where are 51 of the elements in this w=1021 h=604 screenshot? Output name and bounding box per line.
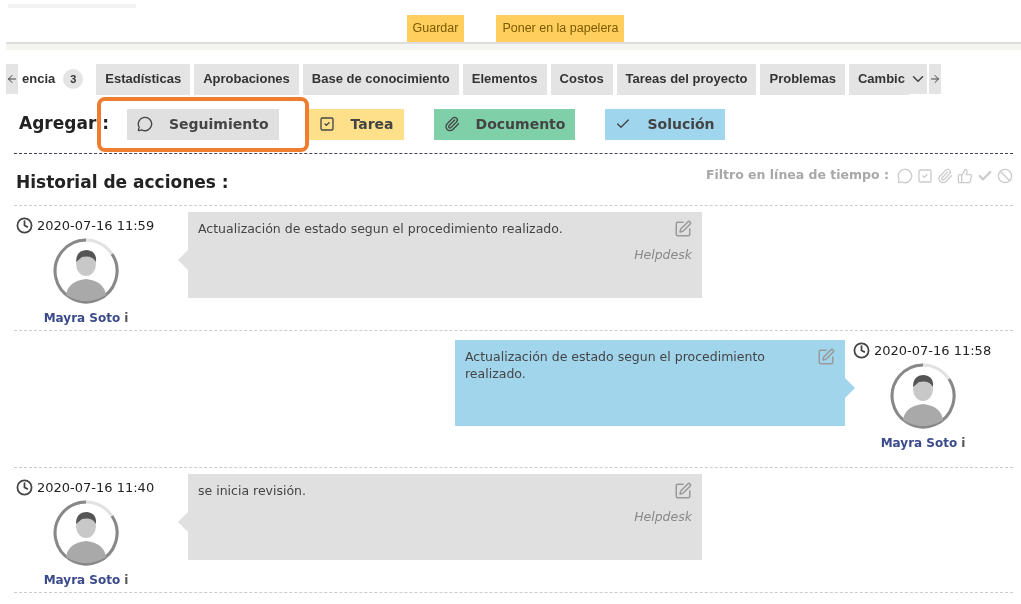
- author-link[interactable]: Mayra Soto: [43, 309, 121, 327]
- tab[interactable]: Aprobaciones: [194, 63, 299, 95]
- message-text: se inicia revisión.: [198, 481, 306, 500]
- entry-date: 2020-07-16 11:40: [37, 478, 155, 497]
- clock-icon: [16, 216, 33, 234]
- tab[interactable]: Cambic: [848, 63, 909, 95]
- avatar-icon: [889, 362, 957, 430]
- clock-icon: [853, 341, 870, 359]
- message-text: Actualización de estado segun el procedimiento realizado.: [198, 219, 563, 238]
- info-link[interactable]: i: [124, 309, 129, 327]
- source-label: Helpdesk: [634, 245, 692, 264]
- scroll-right-icon[interactable]: [928, 64, 941, 94]
- thumbs-up-icon[interactable]: [957, 167, 973, 184]
- source-label: Helpdesk: [634, 507, 692, 526]
- count-badge: 3: [63, 69, 84, 89]
- tab[interactable]: Elementos: [462, 63, 547, 95]
- save-button[interactable]: Guardar: [406, 15, 465, 42]
- author-link[interactable]: Mayra Soto: [880, 434, 958, 452]
- checkbox-icon: [318, 116, 335, 132]
- speech-bubble-icon[interactable]: [897, 167, 913, 184]
- avatar-icon: [52, 237, 120, 305]
- tab[interactable]: Problemas: [760, 63, 845, 95]
- tab[interactable]: Estadísticas: [96, 63, 191, 95]
- checkbox-icon[interactable]: [917, 167, 933, 184]
- author-link[interactable]: Mayra Soto: [43, 571, 121, 589]
- add-button[interactable]: Tarea: [308, 108, 404, 140]
- edit-icon[interactable]: [674, 219, 692, 238]
- entry-date: 2020-07-16 11:59: [37, 216, 155, 235]
- trash-button[interactable]: Poner en la papelera: [496, 15, 625, 42]
- paperclip-icon[interactable]: [937, 167, 953, 184]
- add-label: Agregar :: [19, 112, 109, 136]
- add-button[interactable]: Seguimiento: [127, 108, 279, 140]
- entry-date: 2020-07-16 11:58: [874, 341, 992, 360]
- filter-label: Filtro en línea de tiempo :: [705, 166, 889, 185]
- avatar-icon: [52, 499, 120, 567]
- edit-icon[interactable]: [674, 481, 692, 500]
- history-title: Historial de acciones :: [16, 171, 229, 194]
- speech-bubble-icon: [137, 116, 153, 132]
- edit-icon[interactable]: [817, 347, 835, 366]
- tab[interactable]: Tareas del proyecto: [616, 63, 757, 95]
- paperclip-icon: [443, 116, 460, 132]
- scroll-left-icon[interactable]: [6, 64, 18, 94]
- tab[interactable]: Base de conocimiento: [302, 63, 459, 95]
- message-text: Actualización de estado segun el procedimiento realizado.: [465, 347, 766, 382]
- info-link[interactable]: i: [961, 434, 966, 452]
- add-button[interactable]: Solución: [605, 108, 725, 140]
- clock-icon: [16, 478, 33, 496]
- info-link[interactable]: i: [124, 571, 129, 589]
- tab[interactable]: Costos: [550, 63, 613, 95]
- ban-icon[interactable]: [997, 167, 1013, 184]
- add-button[interactable]: Documento: [433, 108, 576, 140]
